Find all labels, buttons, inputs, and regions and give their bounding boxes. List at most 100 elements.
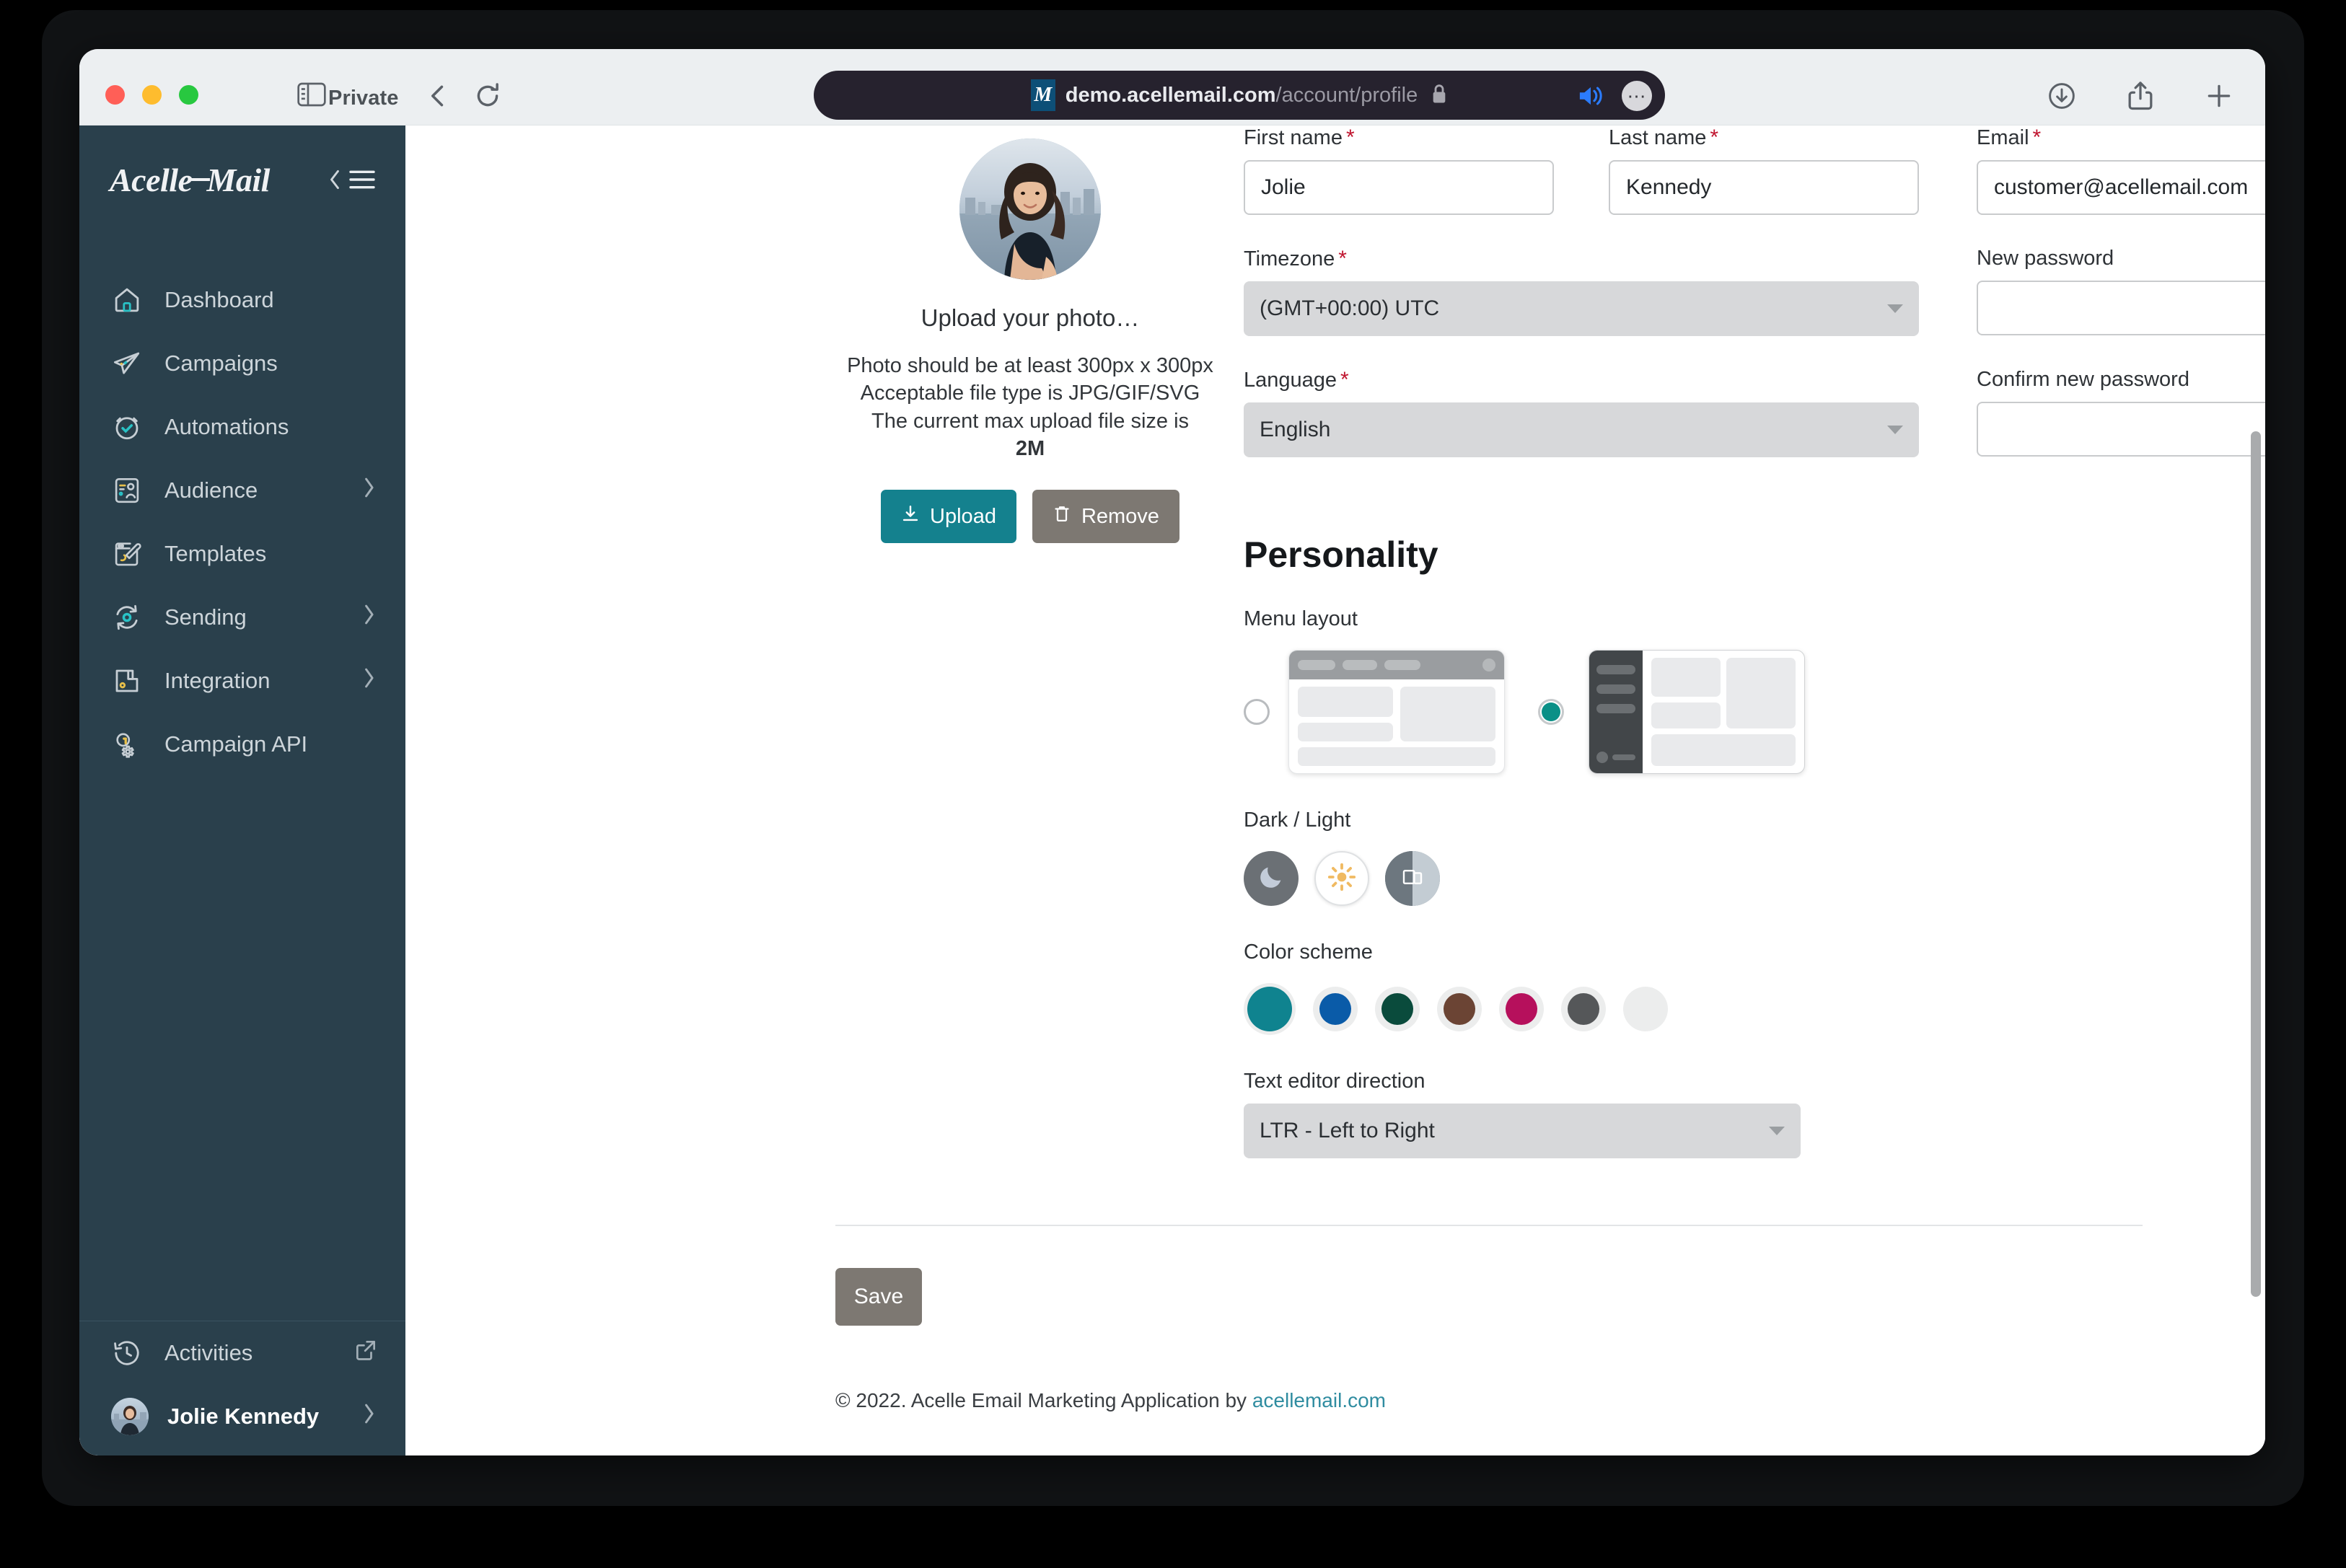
sidebar-item-label: Campaigns — [164, 351, 278, 376]
menu-layout-sidebar-radio[interactable] — [1538, 699, 1564, 725]
address-bar[interactable]: M demo.acellemail.com/account/profile ⋯ — [814, 71, 1665, 120]
new-tab-icon[interactable] — [2205, 82, 2233, 114]
sidebar-item-dashboard[interactable]: Dashboard — [79, 268, 405, 332]
share-icon[interactable] — [2127, 81, 2154, 115]
color-scheme-options — [1244, 983, 2265, 1035]
menu-layout-section: Menu layout — [1244, 607, 2265, 774]
sun-icon — [1327, 862, 1357, 896]
first-name-label: First name * — [1244, 125, 1355, 149]
color-swatch-blue[interactable] — [1313, 987, 1358, 1031]
profile-avatar — [959, 138, 1101, 280]
chevron-down-icon — [1769, 1127, 1785, 1135]
language-select[interactable]: English — [1244, 402, 1919, 457]
chevron-right-icon — [361, 666, 377, 696]
plugin-icon — [111, 665, 143, 697]
browser-window: Private M demo.acellemail.com/account/pr… — [79, 49, 2265, 1455]
color-swatch-teal[interactable] — [1244, 983, 1296, 1035]
sidebar-item-activities[interactable]: Activities — [79, 1321, 405, 1385]
menu-layout-sidebar-preview[interactable] — [1589, 650, 1805, 774]
theme-dark-button[interactable] — [1244, 851, 1299, 906]
last-name-input[interactable] — [1609, 160, 1919, 215]
color-swatch-brown[interactable] — [1437, 987, 1482, 1031]
menu-layout-label: Menu layout — [1244, 607, 1358, 630]
sidebar-toggle-icon[interactable] — [297, 82, 326, 110]
upload-help-line-2: Acceptable file type is JPG/GIF/SVG — [860, 382, 1200, 405]
speaker-icon[interactable] — [1577, 84, 1604, 112]
clock-check-icon — [111, 411, 143, 443]
sidebar-item-integration[interactable]: Integration — [79, 649, 405, 713]
minimize-window-button[interactable] — [142, 85, 162, 105]
sidebar-brand-row: Acelle Mail — [79, 125, 405, 234]
dark-light-label: Dark / Light — [1244, 809, 1351, 832]
email-label: Email * — [1977, 125, 2042, 149]
sidebar-item-label: Sending — [164, 604, 247, 630]
main-content: Upload your photo… Photo should be at le… — [405, 125, 2265, 1455]
vertical-scrollbar[interactable] — [2251, 431, 2261, 1297]
api-gear-icon — [111, 728, 143, 760]
sidebar-item-label: Automations — [164, 414, 289, 439]
text-direction-section: Text editor direction LTR - Left to Righ… — [1244, 1070, 1801, 1158]
reload-icon[interactable] — [475, 82, 501, 113]
save-button[interactable]: Save — [835, 1268, 922, 1326]
remove-button-label: Remove — [1081, 504, 1159, 528]
text-direction-value: LTR - Left to Right — [1260, 1119, 1435, 1142]
sync-gear-icon — [111, 602, 143, 633]
page-menu-button[interactable]: ⋯ — [1622, 81, 1652, 111]
brand-logo[interactable]: Acelle Mail — [110, 161, 270, 199]
email-input[interactable] — [1977, 160, 2265, 215]
url-content: M demo.acellemail.com/account/profile — [1030, 79, 1448, 111]
personality-heading: Personality — [1244, 534, 1438, 575]
remove-button[interactable]: Remove — [1032, 490, 1179, 544]
upload-help-line-1: Photo should be at least 300px x 300px — [847, 354, 1213, 377]
new-password-field-group: New password — [1977, 247, 2265, 336]
last-name-label: Last name * — [1609, 125, 1719, 149]
sidebar-item-user[interactable]: Jolie Kennedy — [79, 1385, 405, 1448]
timezone-select[interactable]: (GMT+00:00) UTC — [1244, 281, 1919, 336]
theme-options — [1244, 851, 2265, 906]
name-email-row: First name* Last name* Email* — [1244, 125, 2265, 215]
home-icon — [111, 284, 143, 316]
menu-layout-topbar-radio[interactable] — [1244, 699, 1270, 725]
theme-auto-button[interactable] — [1385, 851, 1440, 906]
sidebar-item-sending[interactable]: Sending — [79, 586, 405, 649]
window-controls — [105, 85, 198, 105]
new-password-input[interactable] — [1977, 281, 2265, 335]
timezone-label: Timezone * — [1244, 247, 1347, 270]
preview-sidebar — [1589, 651, 1643, 773]
color-swatch-magenta[interactable] — [1499, 987, 1544, 1031]
sidebar-item-campaign-api[interactable]: Campaign API — [79, 713, 405, 776]
upload-help-line-3: The current max upload file size is — [871, 409, 1190, 433]
browser-toolbar: Private M demo.acellemail.com/account/pr… — [79, 49, 2265, 125]
dark-light-section: Dark / Light — [1244, 809, 2265, 906]
upload-title: Upload your photo… — [921, 304, 1140, 331]
email-field-group: Email * — [1977, 125, 2265, 215]
close-window-button[interactable] — [105, 85, 125, 105]
chevron-right-icon — [361, 602, 377, 633]
sidebar-item-automations[interactable]: Automations — [79, 395, 405, 459]
sidebar-item-audience[interactable]: Audience — [79, 459, 405, 522]
download-icon[interactable] — [2047, 82, 2076, 114]
sidebar-collapse-button[interactable] — [328, 167, 377, 192]
back-icon[interactable] — [426, 83, 450, 113]
upload-max-size: 2M — [1015, 436, 1045, 460]
color-swatch-light-gray[interactable] — [1623, 987, 1668, 1031]
last-name-field-group: Last name * — [1609, 125, 1919, 215]
sidebar-item-templates[interactable]: Templates — [79, 522, 405, 586]
moon-icon — [1257, 863, 1286, 895]
form-fields: First name* Last name* Email* — [835, 125, 2265, 1412]
sidebar-item-campaigns[interactable]: Campaigns — [79, 332, 405, 395]
upload-button[interactable]: Upload — [881, 490, 1016, 544]
language-field-group: Language * English — [1244, 368, 1919, 457]
theme-light-button[interactable] — [1314, 851, 1369, 906]
color-swatch-gray[interactable] — [1561, 987, 1606, 1031]
color-swatch-green[interactable] — [1375, 987, 1420, 1031]
text-direction-label: Text editor direction — [1244, 1070, 1425, 1093]
menu-layout-topbar-preview[interactable] — [1288, 650, 1505, 774]
maximize-window-button[interactable] — [179, 85, 198, 105]
language-value: English — [1260, 418, 1331, 441]
footer-link[interactable]: acellemail.com — [1252, 1389, 1386, 1411]
first-name-input[interactable] — [1244, 160, 1554, 215]
contact-card-icon — [111, 475, 143, 506]
text-direction-select[interactable]: LTR - Left to Right — [1244, 1104, 1801, 1158]
confirm-password-input[interactable] — [1977, 402, 2265, 457]
